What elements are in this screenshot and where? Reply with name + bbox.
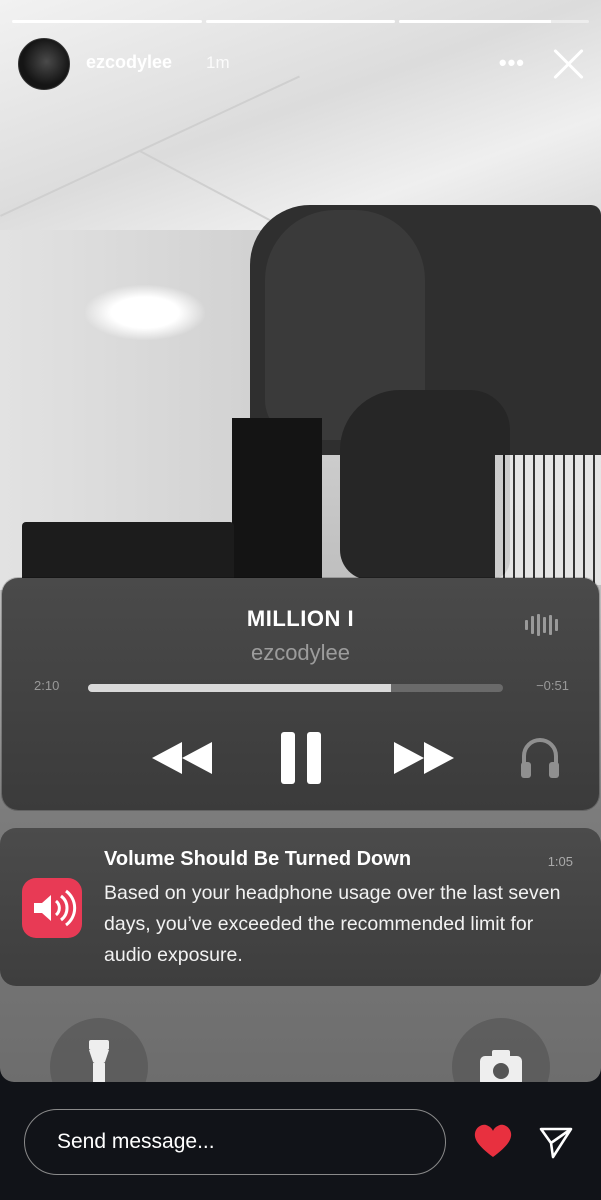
now-playing-card: MILLION I ezcodylee 2:10 −0:51 [2, 578, 599, 810]
playback-controls [2, 728, 599, 788]
more-options-button[interactable]: ••• [499, 50, 525, 76]
send-message-placeholder: Send message... [57, 1130, 215, 1153]
flashlight-button[interactable] [50, 1018, 148, 1082]
photo-person [340, 390, 510, 580]
song-title: MILLION I [246, 606, 355, 631]
remaining-time: −0:51 [536, 678, 569, 693]
story-segment [12, 20, 202, 23]
scrubber[interactable] [88, 684, 503, 692]
notification-title: Volume Should Be Turned Down [104, 848, 412, 870]
rewind-icon[interactable] [150, 728, 214, 788]
notification-time: 1:05 [547, 854, 573, 869]
avatar[interactable] [18, 38, 70, 90]
headphones-icon[interactable] [519, 728, 561, 788]
story-segment [399, 20, 590, 23]
post-time: 1m [206, 53, 230, 72]
fast-forward-icon[interactable] [392, 728, 456, 788]
send-message-input[interactable]: Send message... [24, 1109, 446, 1175]
speaker-volume-icon [22, 878, 82, 938]
story-segment [205, 20, 396, 23]
artist-name: ezcodylee [250, 640, 351, 665]
story-viewer[interactable]: ezcodylee 1m ••• MILLION I ezcodylee 2:1… [0, 0, 601, 1082]
pause-icon[interactable] [277, 728, 327, 788]
story-progress [12, 20, 590, 24]
send-icon[interactable] [538, 1124, 574, 1160]
camera-icon [480, 1050, 522, 1082]
username[interactable]: ezcodylee [86, 52, 172, 73]
flashlight-icon [89, 1040, 109, 1082]
story-header: ezcodylee 1m ••• [18, 38, 585, 90]
photo-keyboard [495, 455, 601, 585]
close-icon[interactable] [551, 46, 585, 80]
airplay-icon[interactable] [525, 614, 559, 636]
camera-button[interactable] [452, 1018, 550, 1082]
notification-body: Based on your headphone usage over the l… [104, 882, 561, 966]
heart-icon[interactable] [474, 1124, 512, 1158]
elapsed-time: 2:10 [34, 678, 60, 693]
volume-notification[interactable]: Volume Should Be Turned Down 1:05 Based … [0, 828, 601, 986]
photo-light [85, 285, 205, 340]
photo-speaker [232, 418, 322, 588]
